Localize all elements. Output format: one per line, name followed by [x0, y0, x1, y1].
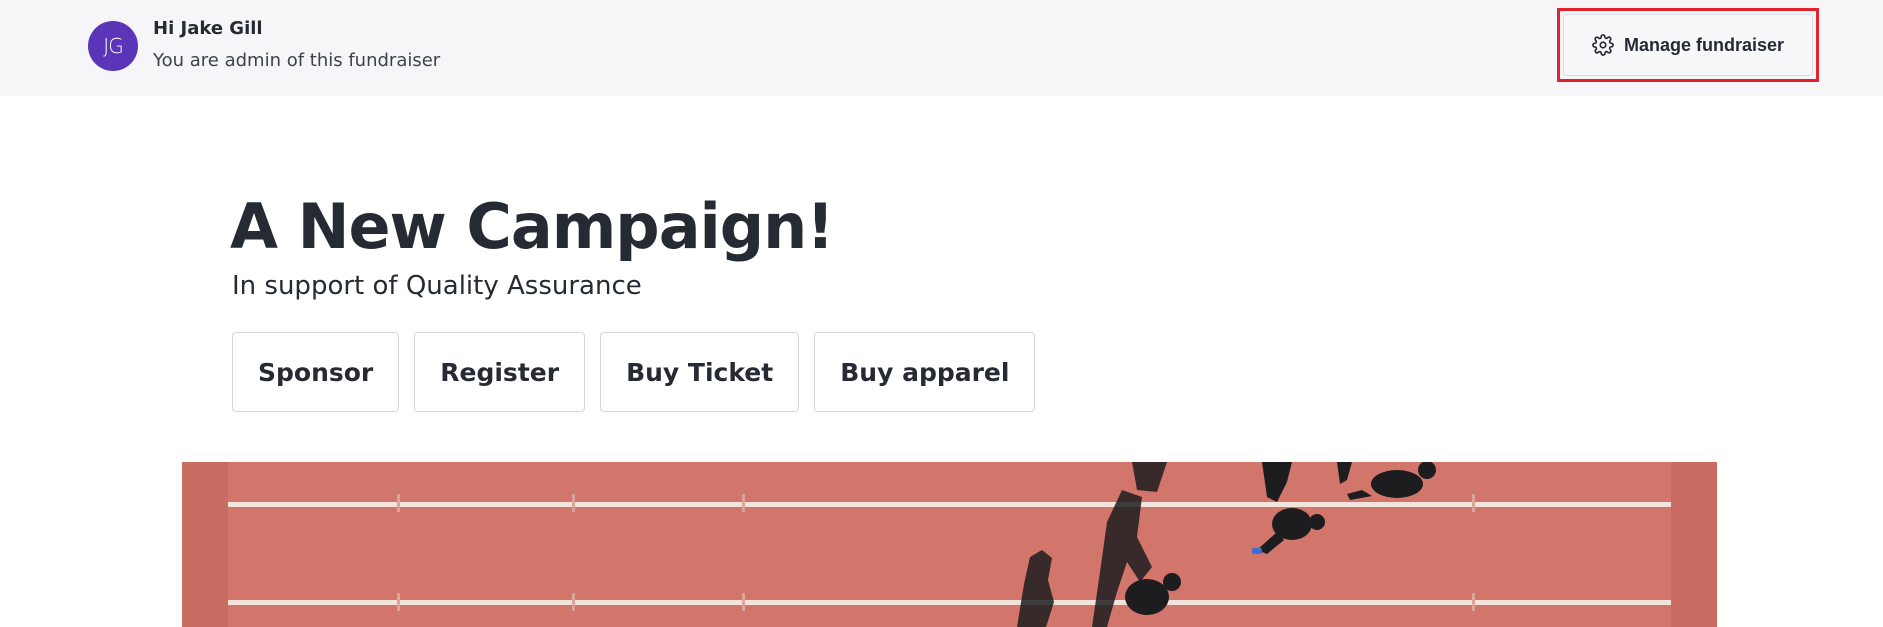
manage-fundraiser-label: Manage fundraiser [1623, 34, 1785, 55]
register-button[interactable]: Register [414, 332, 586, 412]
avatar: JG [88, 21, 138, 71]
buy-apparel-button[interactable]: Buy apparel [814, 332, 1036, 412]
buy-ticket-button[interactable]: Buy Ticket [600, 332, 800, 412]
greeting-text: Hi Jake Gill [153, 18, 263, 39]
gear-icon [1592, 34, 1614, 56]
admin-bar: JG Hi Jake Gill You are admin of this fu… [0, 0, 1883, 96]
campaign-subtitle: In support of Quality Assurance [232, 271, 642, 301]
campaign-title: A New Campaign! [230, 190, 835, 263]
sponsor-button[interactable]: Sponsor [232, 332, 400, 412]
manage-fundraiser-button[interactable]: Manage fundraiser [1563, 14, 1813, 76]
hero-image [182, 462, 1717, 627]
admin-role-note: You are admin of this fundraiser [153, 50, 441, 71]
running-track-illustration [182, 462, 1717, 627]
campaign-actions: Sponsor Register Buy Ticket Buy apparel [232, 332, 1036, 412]
